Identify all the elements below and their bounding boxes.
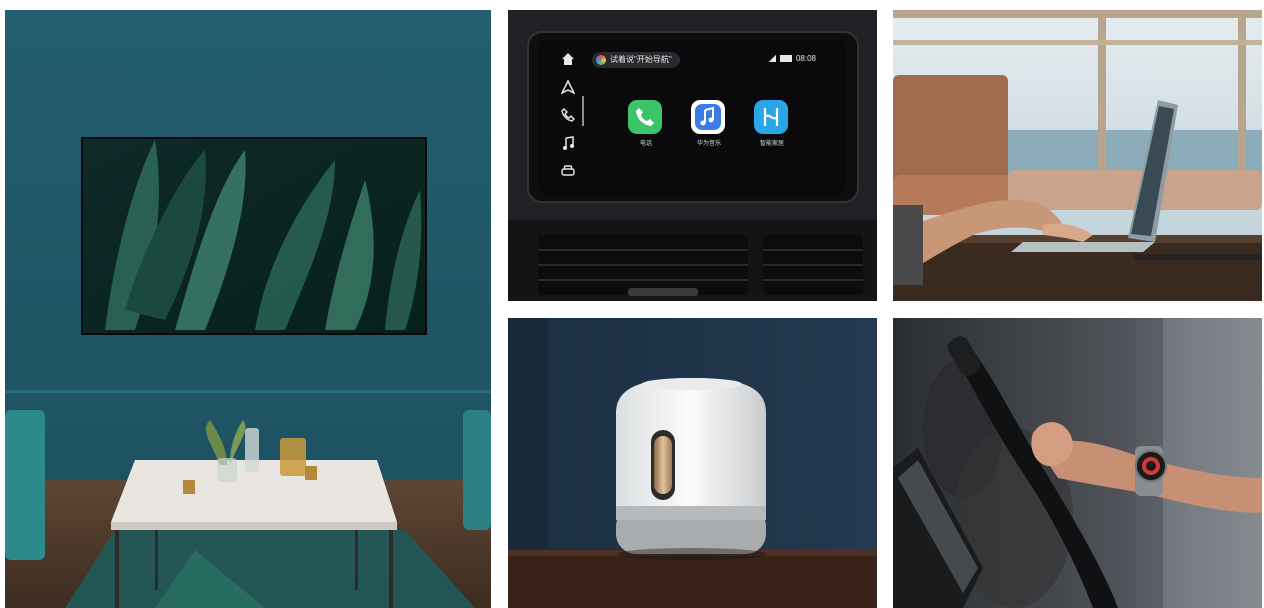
status-bar: 08:08: [767, 54, 816, 63]
app-phone[interactable]: 电话: [628, 100, 664, 147]
phone-app-icon: [628, 100, 662, 134]
clock-time: 08:08: [795, 54, 816, 63]
app-label: 华为音乐: [696, 141, 721, 147]
smart-speaker-photo: [508, 318, 877, 608]
living-room-tv-photo: [5, 10, 491, 608]
voice-hint-pill[interactable]: 试着说"开始导航": [592, 52, 680, 68]
app-huawei-music[interactable]: 华为音乐: [691, 100, 727, 147]
smartwatch-workout-photo: [893, 318, 1262, 608]
signal-icon: [767, 55, 776, 62]
car-screen-ui: 试着说"开始导航" 08:08 电话 华为音乐 智能家居: [558, 48, 848, 194]
voice-assistant-icon: [596, 55, 606, 65]
navigation-icon[interactable]: [561, 80, 575, 94]
laptop-window-photo: [893, 10, 1262, 301]
home-icon[interactable]: [561, 52, 575, 66]
voice-hint-text: 试着说"开始导航": [610, 55, 672, 64]
car-sidebar: [558, 48, 580, 194]
music-icon[interactable]: [561, 136, 575, 150]
battery-icon: [779, 55, 792, 62]
car-icon[interactable]: [561, 164, 575, 178]
car-display-photo: 试着说"开始导航" 08:08 电话 华为音乐 智能家居: [508, 10, 877, 301]
music-app-icon: [691, 100, 725, 134]
hilink-app-icon: [754, 100, 788, 134]
phone-icon[interactable]: [561, 108, 575, 122]
app-smart-home[interactable]: 智能家居: [754, 100, 790, 147]
app-label: 智能家居: [759, 141, 784, 147]
app-label: 电话: [639, 141, 652, 147]
